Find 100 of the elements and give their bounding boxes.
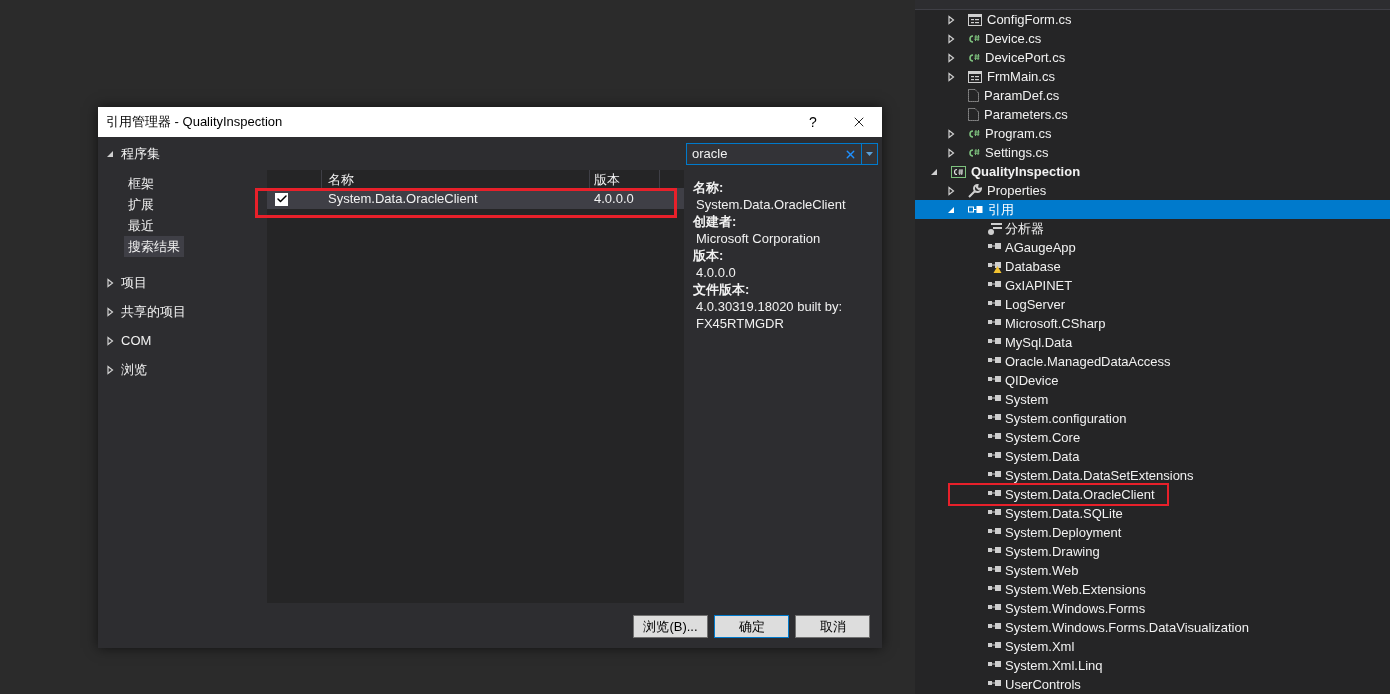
- tree-label: GxIAPINET: [1005, 276, 1073, 295]
- tree-row[interactable]: System.Windows.Forms.DataVisualization: [915, 618, 1390, 637]
- nav-item[interactable]: 搜索结果: [124, 236, 184, 257]
- collapsed-arrow-icon[interactable]: [946, 128, 956, 139]
- collapsed-arrow-icon[interactable]: [946, 14, 956, 25]
- tree-row[interactable]: System.Web.Extensions: [915, 580, 1390, 599]
- hash-file-icon: [968, 52, 980, 63]
- nav-group-label: 项目: [121, 273, 147, 292]
- collapsed-arrow-icon[interactable]: [105, 277, 115, 288]
- tree-label: Settings.cs: [985, 143, 1049, 162]
- nav-item[interactable]: 框架: [124, 173, 158, 194]
- tree-row[interactable]: ConfigForm.cs: [915, 10, 1390, 29]
- collapsed-arrow-icon[interactable]: [946, 185, 956, 196]
- tree-row[interactable]: Settings.cs: [915, 143, 1390, 162]
- dropdown-caret-icon: [865, 151, 874, 157]
- tree-label: ParamDef.cs: [984, 86, 1060, 105]
- tree-label: System: [1005, 390, 1049, 409]
- tree-row[interactable]: FrmMain.cs: [915, 67, 1390, 86]
- search-value: oracle: [691, 145, 729, 164]
- tree-label: Microsoft.CSharp: [1005, 314, 1106, 333]
- tree-label: System.Web.Extensions: [1005, 580, 1146, 599]
- tree-label: AGaugeApp: [1005, 238, 1076, 257]
- tree-row[interactable]: Parameters.cs: [915, 105, 1390, 124]
- tree-label: Oracle.ManagedDataAccess: [1005, 352, 1171, 371]
- tree-row[interactable]: QualityInspection: [915, 162, 1390, 181]
- tree-label: Program.cs: [985, 124, 1052, 143]
- tree-row[interactable]: Device.cs: [915, 29, 1390, 48]
- detail-label: 创建者:: [693, 213, 738, 230]
- result-row[interactable]: System.Data.OracleClient 4.0.0.0: [267, 189, 684, 209]
- tree-label: System.Xml.Linq: [1005, 656, 1103, 675]
- tree-row[interactable]: Program.cs: [915, 124, 1390, 143]
- table-cell-text: System.Data.OracleClient: [327, 190, 479, 209]
- tree-label: DevicePort.cs: [985, 48, 1066, 67]
- collapsed-arrow-icon[interactable]: [946, 52, 956, 63]
- tree-row[interactable]: System.Web: [915, 561, 1390, 580]
- tree-label: UserControls: [1005, 675, 1081, 694]
- tree-row[interactable]: Oracle.ManagedDataAccess: [915, 352, 1390, 371]
- nav-item[interactable]: 扩展: [124, 194, 158, 215]
- tree-row[interactable]: 引用: [915, 200, 1390, 219]
- dialog-button[interactable]: 取消: [795, 615, 870, 638]
- tree-row[interactable]: 分析器: [915, 219, 1390, 238]
- tree-label: FrmMain.cs: [987, 67, 1055, 86]
- tree-row[interactable]: System.Data: [915, 447, 1390, 466]
- collapsed-arrow-icon[interactable]: [946, 33, 956, 44]
- collapsed-arrow-icon[interactable]: [105, 335, 115, 346]
- nav-group[interactable]: 浏览: [98, 360, 267, 379]
- dialog-title: 引用管理器 - QualityInspection: [106, 113, 284, 132]
- tree-row[interactable]: LogServer: [915, 295, 1390, 314]
- tree-row[interactable]: GxIAPINET: [915, 276, 1390, 295]
- tree-row[interactable]: DevicePort.cs: [915, 48, 1390, 67]
- tree-label: System.Xml: [1005, 637, 1075, 656]
- tree-row[interactable]: Database: [915, 257, 1390, 276]
- tree-label: System.Web: [1005, 561, 1079, 580]
- dialog-button[interactable]: 确定: [714, 615, 789, 638]
- nav-group[interactable]: COM: [98, 331, 267, 350]
- collapsed-arrow-icon[interactable]: [946, 71, 956, 82]
- nav-item[interactable]: 最近: [124, 215, 158, 236]
- tree-row[interactable]: System.Data.DataSetExtensions: [915, 466, 1390, 485]
- tree-row[interactable]: System.Drawing: [915, 542, 1390, 561]
- tree-label: System.Drawing: [1005, 542, 1100, 561]
- tree-row[interactable]: System: [915, 390, 1390, 409]
- tree-row[interactable]: System.Xml: [915, 637, 1390, 656]
- tree-row[interactable]: ParamDef.cs: [915, 86, 1390, 105]
- nav-group[interactable]: 共享的项目: [98, 302, 267, 321]
- tree-row[interactable]: System.Data.OracleClient: [915, 485, 1390, 504]
- tree-label: System.Data: [1005, 447, 1080, 466]
- nav-group[interactable]: 程序集: [98, 144, 267, 163]
- tree-row[interactable]: Properties: [915, 181, 1390, 200]
- collapsed-arrow-icon[interactable]: [105, 306, 115, 317]
- tree-row[interactable]: System.Deployment: [915, 523, 1390, 542]
- column-header[interactable]: 名称: [322, 170, 590, 188]
- tree-label: System.Windows.Forms: [1005, 599, 1146, 618]
- column-header[interactable]: 版本: [590, 170, 660, 188]
- help-button[interactable]: ?: [790, 107, 836, 137]
- form-icon: [968, 70, 982, 83]
- tree-row[interactable]: UserControls: [915, 675, 1390, 694]
- nav-group-label: 浏览: [121, 360, 147, 379]
- checkbox[interactable]: [275, 192, 288, 206]
- tree-row[interactable]: Microsoft.CSharp: [915, 314, 1390, 333]
- tree-row[interactable]: System.Data.SQLite: [915, 504, 1390, 523]
- tree-row[interactable]: System.Core: [915, 428, 1390, 447]
- detail-value: Microsoft Corporation: [695, 230, 822, 247]
- hash-file-icon: [968, 147, 980, 158]
- project-icon: [951, 165, 966, 178]
- tree-row[interactable]: System.Windows.Forms: [915, 599, 1390, 618]
- search-field[interactable]: oracle: [686, 143, 878, 165]
- tree-row[interactable]: AGaugeApp: [915, 238, 1390, 257]
- tree-label: System.Data.SQLite: [1005, 504, 1123, 523]
- tree-label: System.Windows.Forms.DataVisualization: [1005, 618, 1249, 637]
- dialog-button[interactable]: 浏览(B)...: [633, 615, 708, 638]
- tree-row[interactable]: System.Xml.Linq: [915, 656, 1390, 675]
- collapsed-arrow-icon[interactable]: [105, 364, 115, 375]
- collapsed-arrow-icon[interactable]: [946, 147, 956, 158]
- tree-row[interactable]: QIDevice: [915, 371, 1390, 390]
- nav-group[interactable]: 项目: [98, 273, 267, 292]
- tree-label: QualityInspection: [971, 162, 1081, 181]
- tree-label: Properties: [987, 181, 1047, 200]
- tree-row[interactable]: System.configuration: [915, 409, 1390, 428]
- nav-group-label: COM: [121, 331, 152, 350]
- tree-row[interactable]: MySql.Data: [915, 333, 1390, 352]
